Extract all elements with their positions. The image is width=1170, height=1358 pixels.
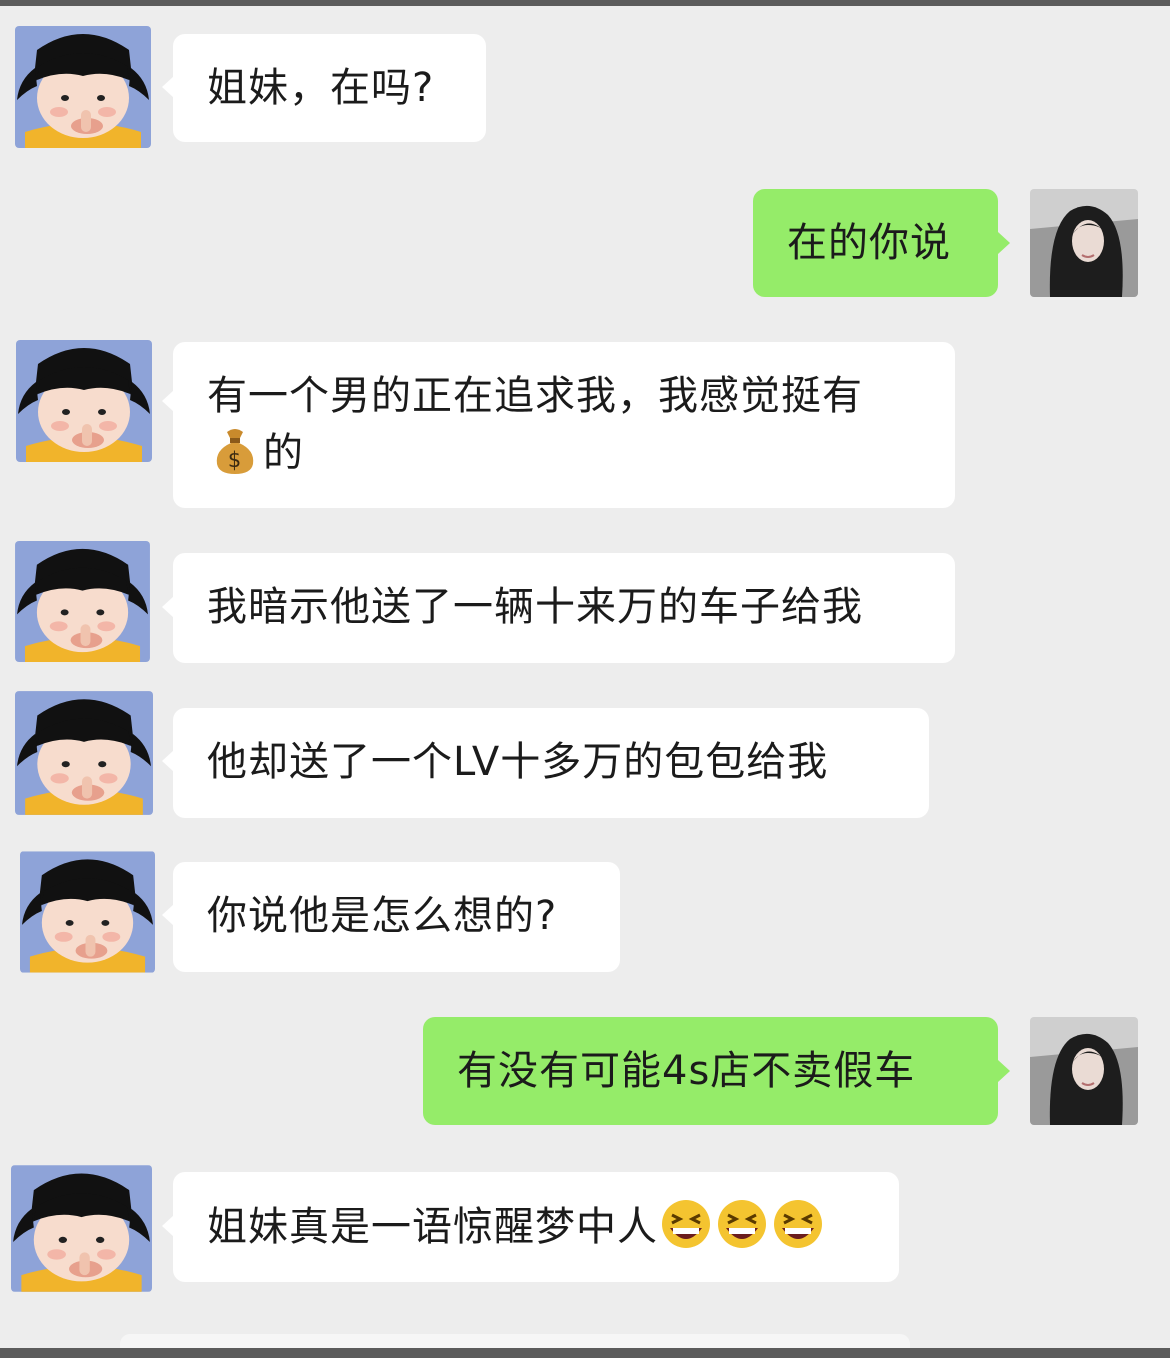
contact-avatar[interactable] [11, 1165, 152, 1292]
laughing-face-icon [716, 1198, 768, 1250]
message-bubble-incoming[interactable]: 我暗示他送了一辆十来万的车子给我 [173, 553, 955, 663]
cartoon-girl-avatar-icon [15, 26, 151, 148]
message-bubble-outgoing[interactable]: 在的你说 [753, 189, 998, 297]
message-text: 他却送了一个LV十多万的包包给我 [207, 739, 829, 785]
message-bubble-incoming[interactable]: 他却送了一个LV十多万的包包给我 [173, 708, 929, 818]
message-text: 在的你说 [787, 220, 951, 266]
message-text: 的 [263, 430, 304, 476]
money-bag-icon [209, 424, 261, 476]
message-bubble-incoming[interactable]: 你说他是怎么想的? [173, 862, 620, 972]
screen-bottom-edge [0, 1348, 1170, 1358]
self-avatar[interactable] [1030, 1017, 1138, 1125]
message-bubble-incoming[interactable]: 姐妹，在吗? [173, 34, 486, 142]
photo-girl-avatar-icon [1030, 189, 1138, 297]
cartoon-girl-avatar-icon [11, 1165, 152, 1292]
cartoon-girl-avatar-icon [15, 691, 153, 815]
message-text: 姐妹，在吗? [207, 65, 435, 111]
bubble-tail [998, 232, 1010, 254]
message-bubble-incoming[interactable]: 姐妹真是一语惊醒梦中人 [173, 1172, 899, 1282]
message-bubble-outgoing[interactable]: 有没有可能4s店不卖假车 [423, 1017, 998, 1125]
cartoon-girl-avatar-icon [15, 541, 150, 662]
message-bubble-incoming[interactable]: 有一个男的正在追求我，我感觉挺有 的 [173, 342, 955, 508]
cartoon-girl-avatar-icon [20, 851, 155, 973]
message-text: 你说他是怎么想的? [207, 893, 558, 939]
self-avatar[interactable] [1030, 189, 1138, 297]
contact-avatar[interactable] [20, 851, 155, 973]
message-text-line: 的 [207, 424, 923, 481]
laughing-face-icon [660, 1198, 712, 1250]
contact-avatar[interactable] [15, 541, 150, 662]
message-text: 有没有可能4s店不卖假车 [457, 1048, 916, 1094]
contact-avatar[interactable] [15, 26, 151, 148]
contact-avatar[interactable] [15, 691, 153, 815]
photo-girl-avatar-icon [1030, 1017, 1138, 1125]
screen-top-edge [0, 0, 1170, 6]
message-text: 我暗示他送了一辆十来万的车子给我 [207, 584, 863, 630]
partial-message-bubble [120, 1334, 910, 1348]
message-text-line: 有一个男的正在追求我，我感觉挺有 [207, 373, 863, 419]
bubble-tail [998, 1060, 1010, 1082]
message-text: 姐妹真是一语惊醒梦中人 [207, 1204, 658, 1250]
contact-avatar[interactable] [16, 340, 152, 462]
laughing-face-icon [772, 1198, 824, 1250]
cartoon-girl-avatar-icon [16, 340, 152, 462]
